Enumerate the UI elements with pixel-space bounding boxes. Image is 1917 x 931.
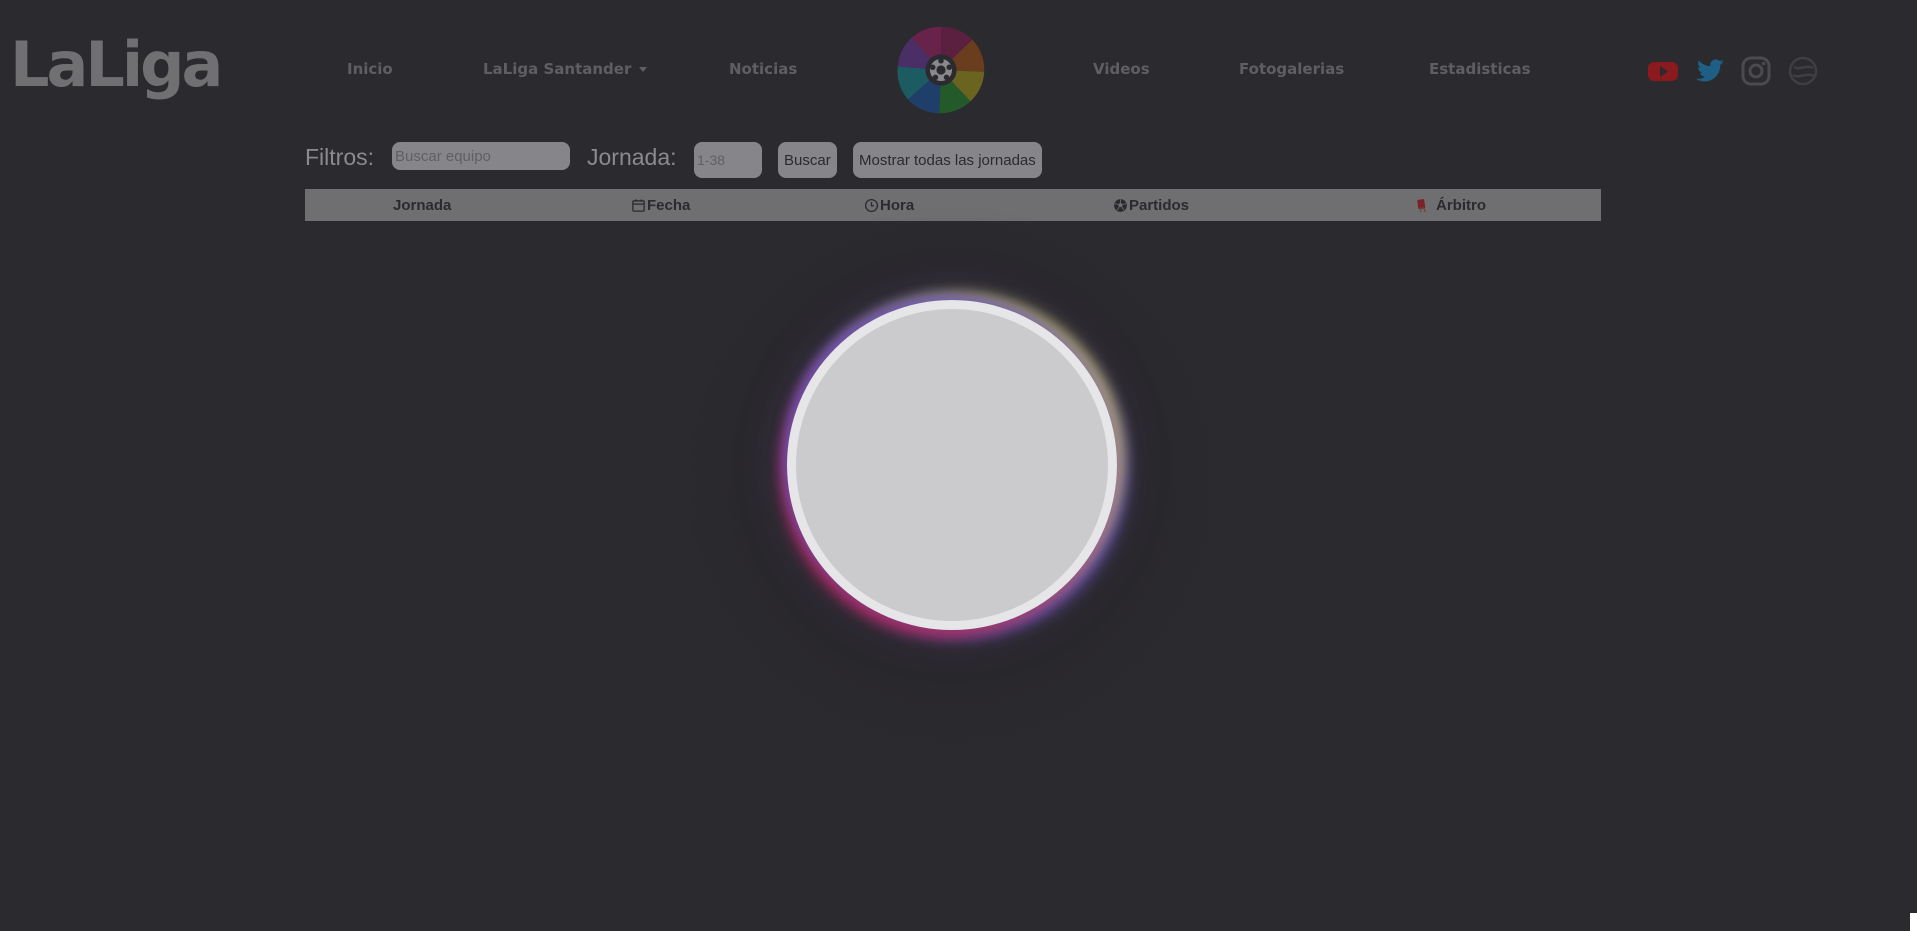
jornada-label: Jornada:: [587, 144, 677, 170]
column-header-arbitro[interactable]: Árbitro: [1415, 197, 1486, 214]
nav-item-noticias[interactable]: Noticias: [729, 60, 797, 78]
caret-down-icon: [639, 67, 648, 72]
web-icon[interactable]: [1786, 54, 1820, 88]
filters-label: Filtros:: [305, 144, 374, 170]
column-header-fecha[interactable]: Fecha: [631, 197, 690, 214]
nav-item-estadisticas[interactable]: Estadisticas: [1429, 60, 1531, 78]
search-team-input[interactable]: [392, 142, 570, 170]
laliga-wordmark[interactable]: LaLiga: [10, 34, 223, 96]
column-header-partidos[interactable]: Partidos: [1113, 197, 1189, 214]
soccer-ball-icon: [1114, 199, 1127, 212]
nav-item-inicio[interactable]: Inicio: [347, 60, 393, 78]
nav-item-videos[interactable]: Videos: [1093, 60, 1150, 78]
column-header-label: Partidos: [1129, 197, 1190, 214]
clock-icon: [864, 198, 879, 213]
search-button[interactable]: Buscar: [778, 142, 837, 178]
column-header-label: Jornada: [393, 197, 452, 214]
instagram-icon[interactable]: [1739, 54, 1773, 88]
jornada-input[interactable]: [694, 142, 762, 178]
column-header-label: Fecha: [647, 197, 691, 214]
nav-item-laliga-santander[interactable]: LaLiga Santander: [483, 60, 648, 78]
laliga-logo-icon[interactable]: [895, 24, 987, 116]
corner-indicator: [1910, 913, 1917, 931]
show-all-jornadas-button[interactable]: Mostrar todas las jornadas: [853, 142, 1042, 178]
column-header-jornada[interactable]: Jornada: [393, 197, 451, 214]
column-header-label: Árbitro: [1436, 197, 1486, 214]
calendar-icon: [632, 199, 645, 212]
loading-spinner-core: [796, 309, 1108, 621]
page: LaLiga Inicio LaLiga Santander Noticias …: [0, 0, 1917, 931]
nav-item-fotogalerias[interactable]: Fotogalerias: [1239, 60, 1344, 78]
nav-item-label: LaLiga Santander: [483, 60, 632, 78]
twitter-icon[interactable]: [1693, 54, 1727, 88]
red-card-icon: [1417, 199, 1427, 213]
youtube-icon[interactable]: [1646, 54, 1680, 88]
loading-spinner: [787, 300, 1117, 630]
